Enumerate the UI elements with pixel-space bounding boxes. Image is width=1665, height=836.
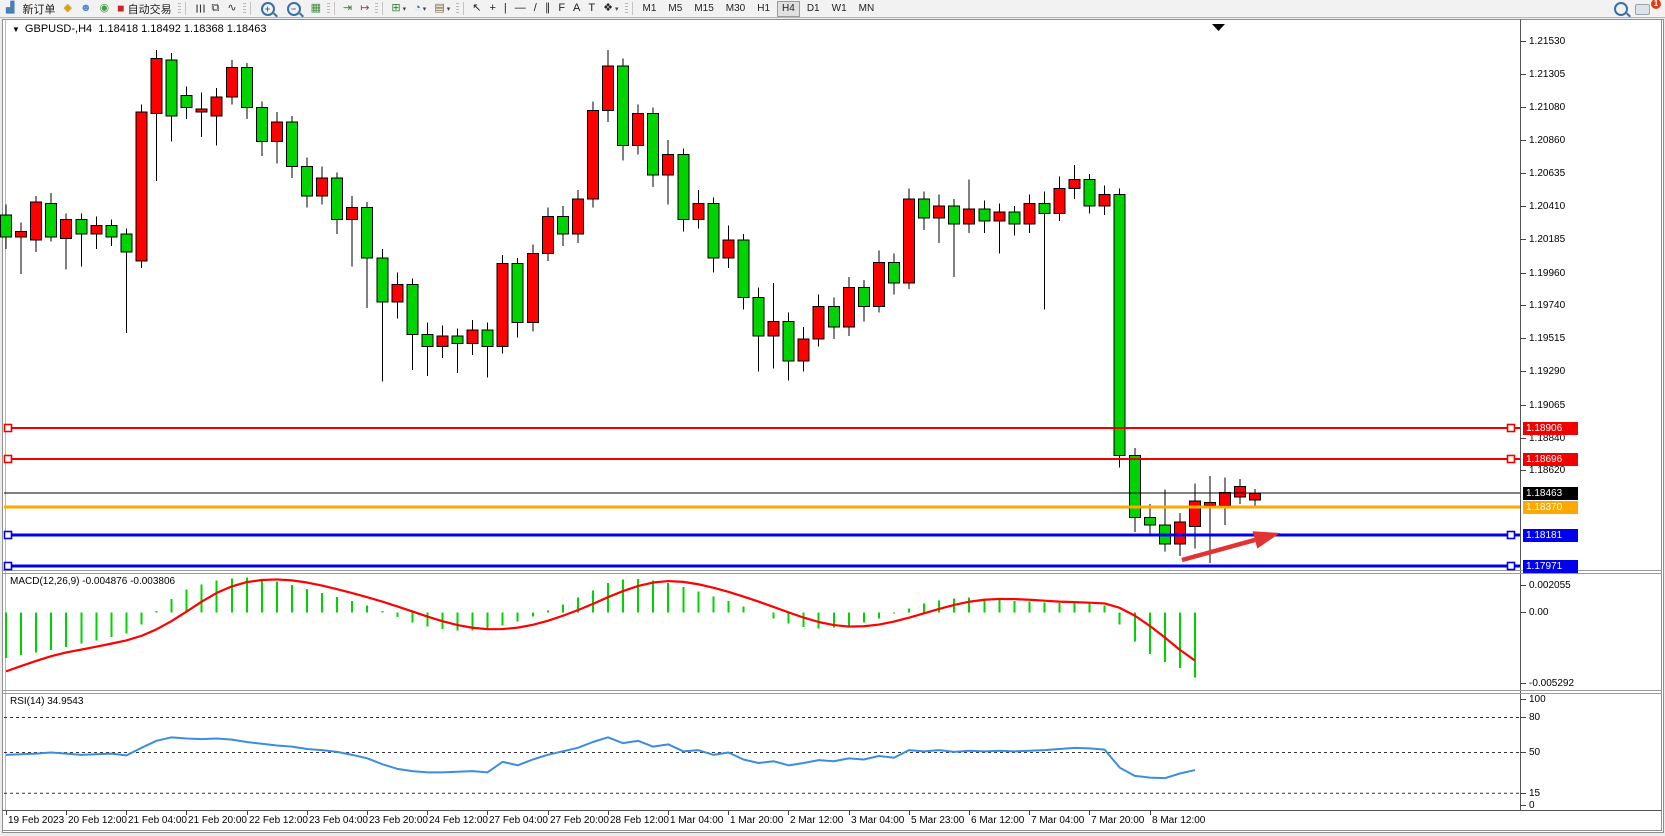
price-chart[interactable] [0, 0, 1665, 836]
pane-borders [3, 20, 1662, 831]
